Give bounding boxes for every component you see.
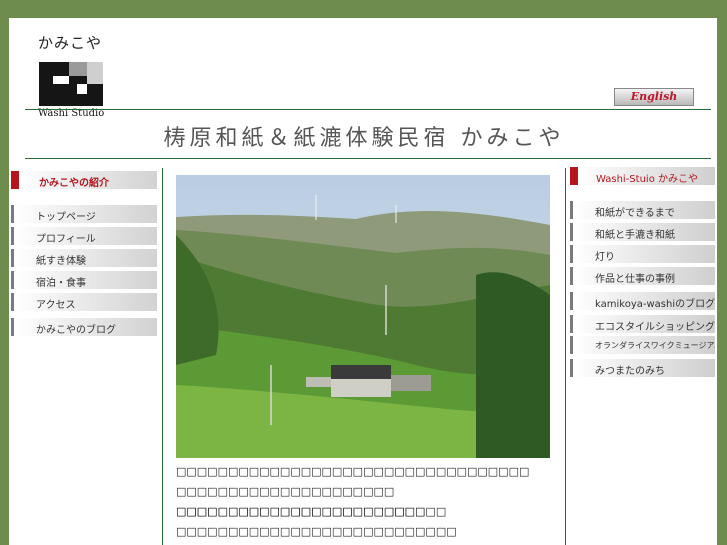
right-nav-item-label: 灯り <box>595 252 615 263</box>
logo-blocks-icon <box>39 62 103 106</box>
right-nav-item-rijswijk-museum[interactable]: オランダライスワイクミュージアム <box>570 336 715 354</box>
right-nav-item-how-washi-is-made[interactable]: 和紙ができるまで <box>570 201 715 219</box>
nav-item-access[interactable]: アクセス <box>11 293 157 311</box>
nav-item-label: かみこやのブログ <box>36 325 116 336</box>
nav-item-label: 紙すき体験 <box>36 256 86 267</box>
left-nav-heading: かみこやの紹介 <box>11 171 157 189</box>
nav-item-label: 宿泊・食事 <box>36 278 86 289</box>
mountain-village-photo <box>176 175 550 458</box>
right-nav-heading[interactable]: Washi-Stuio かみこや <box>570 167 715 185</box>
nav-item-profile[interactable]: プロフィール <box>11 227 157 245</box>
page: かみこや Washi Studio English 梼原和紙＆紙漉体験民宿 かみ… <box>0 0 727 545</box>
content-panel: かみこや Washi Studio English 梼原和紙＆紙漉体験民宿 かみ… <box>9 18 717 545</box>
nav-item-blog[interactable]: かみこやのブログ <box>11 318 157 336</box>
nav-item-papermaking[interactable]: 紙すき体験 <box>11 249 157 267</box>
right-nav-item-label: kamikoya-washiのブログ <box>595 299 715 310</box>
right-nav-item-label: 作品と仕事の事例 <box>595 274 675 285</box>
right-nav-item-label: 和紙と手漉き和紙 <box>595 230 675 241</box>
right-nav-item-lights[interactable]: 灯り <box>570 245 715 263</box>
nav-item-label: プロフィール <box>36 234 96 245</box>
right-nav-heading-label: Washi-Stuio かみこや <box>596 174 698 185</box>
right-nav-item-label: 和紙ができるまで <box>595 208 675 219</box>
right-nav-item-eco-shopping[interactable]: エコスタイルショッピング <box>570 315 715 333</box>
right-nav-item-washi-handmade[interactable]: 和紙と手漉き和紙 <box>570 223 715 241</box>
nav-item-lodging[interactable]: 宿泊・食事 <box>11 271 157 289</box>
right-nav-item-washi-blog[interactable]: kamikoya-washiのブログ <box>570 292 715 310</box>
intro-paragraph-2: □□□□□□□□□□□□□□□□□□□□□□□□ □□□□□□□□□□□□□□□… <box>176 505 457 538</box>
header-divider-bottom <box>25 158 711 159</box>
nav-item-label: トップページ <box>36 212 96 223</box>
site-title: 梼原和紙＆紙漉体験民宿 かみこや <box>163 126 565 151</box>
right-nav-item-label: エコスタイルショッピング <box>595 322 715 333</box>
right-nav-item-mitsumata[interactable]: みつまたのみち <box>570 359 715 377</box>
left-nav-heading-label: かみこやの紹介 <box>39 178 109 189</box>
site-logo[interactable]: かみこや Washi Studio <box>38 32 118 119</box>
right-nav-item-works[interactable]: 作品と仕事の事例 <box>570 267 715 285</box>
english-button[interactable]: English <box>614 88 694 106</box>
nav-item-label: アクセス <box>36 300 76 311</box>
logo-kana: かみこや <box>38 34 103 52</box>
english-button-label: English <box>630 90 678 103</box>
column-divider-right <box>565 168 566 545</box>
right-nav-item-label: みつまたのみち <box>595 366 665 377</box>
header-divider-top <box>25 109 711 110</box>
nav-item-top-page[interactable]: トップページ <box>11 205 157 223</box>
column-divider-left <box>162 168 163 545</box>
right-nav-item-label: オランダライスワイクミュージアム <box>595 341 715 350</box>
